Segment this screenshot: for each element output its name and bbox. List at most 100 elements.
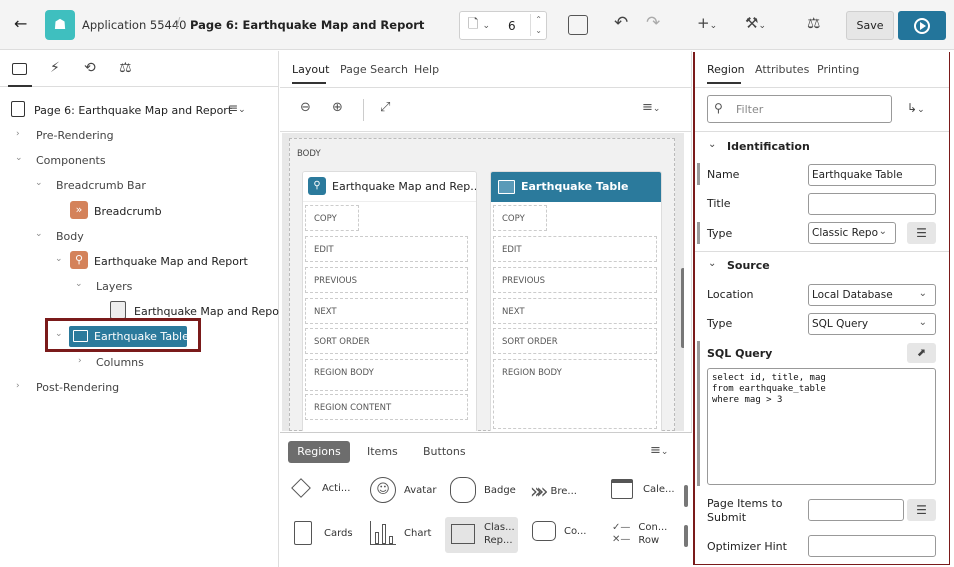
page-selector[interactable]: 🗋 ⌄ 6 ⌃ ⌄	[459, 11, 547, 40]
gallery-content-row[interactable]: ✓— ✕— Con... Row	[612, 521, 667, 547]
slot-edit[interactable]: EDIT	[493, 236, 657, 262]
slot-previous[interactable]: PREVIOUS	[305, 267, 468, 293]
tree-menu-icon[interactable]: ≡⌄	[228, 101, 246, 115]
title-input[interactable]	[808, 193, 936, 215]
stepper-icon[interactable]: ⌃ ⌄	[530, 14, 542, 36]
chevron-right-icon[interactable]: ›	[16, 381, 20, 391]
chevron-down-icon[interactable]: ⌄	[55, 254, 63, 264]
gallery-calendar[interactable]: Cale...	[611, 479, 675, 499]
region-earthquake-table[interactable]: Earthquake Table COPY EDIT PREVIOUS NEXT…	[490, 171, 662, 431]
gallery-chart[interactable]: Chart	[370, 521, 431, 545]
go-to-group-icon[interactable]: ↳⌄	[907, 101, 925, 115]
gallery-badge[interactable]: Badge	[450, 477, 516, 503]
gallery-action-bar[interactable]: Acti...	[291, 478, 350, 498]
lock-page-icon[interactable]	[568, 15, 588, 35]
gallery-breadcrumb[interactable]: »» Bre...	[530, 479, 577, 503]
tree-earthquake-map[interactable]: Earthquake Map and Report	[94, 255, 248, 268]
gallery-scrollbar[interactable]	[684, 485, 688, 507]
save-button[interactable]: Save	[846, 11, 894, 40]
tab-layout[interactable]: Layout	[292, 63, 329, 76]
tree-breadcrumb-bar[interactable]: Breadcrumb Bar	[56, 179, 146, 192]
tree-components[interactable]: Components	[36, 154, 106, 167]
badge-icon	[450, 477, 476, 503]
slot-next[interactable]: NEXT	[305, 298, 468, 324]
gallery-tab-regions[interactable]: Regions	[288, 441, 350, 463]
processing-tab-icon[interactable]: ⟲	[84, 60, 96, 76]
gallery-avatar[interactable]: ☺ Avatar	[370, 477, 436, 503]
tree-breadcrumb[interactable]: Breadcrumb	[94, 205, 162, 218]
slot-previous[interactable]: PREVIOUS	[493, 267, 657, 293]
app-icon[interactable]: ☗	[45, 10, 75, 40]
chevron-down-icon[interactable]: ⌄	[708, 258, 716, 269]
tab-page-search[interactable]: Page Search	[340, 63, 408, 76]
undo-icon[interactable]: ↶	[614, 13, 628, 33]
utilities-wrench-icon[interactable]: ⚒⌄	[745, 14, 766, 32]
chevron-down-icon[interactable]: ⌄	[708, 139, 716, 150]
slot-copy[interactable]: COPY	[493, 205, 547, 231]
tree-root-page[interactable]: Page 6: Earthquake Map and Report	[34, 104, 232, 117]
shared-components-tab-icon[interactable]: ⚖	[119, 60, 132, 76]
chevron-down-icon[interactable]: ⌄	[15, 153, 23, 163]
dynamic-actions-tab-icon[interactable]: ⚡	[50, 60, 60, 76]
gallery-classic-report[interactable]: Clas... Rep...	[445, 517, 518, 553]
section-source[interactable]: Source	[727, 259, 770, 272]
gallery-tab-items[interactable]: Items	[367, 445, 398, 458]
expand-icon[interactable]: ⤢	[380, 100, 390, 115]
slot-sort-order[interactable]: SORT ORDER	[493, 328, 657, 354]
slot-sort-order[interactable]: SORT ORDER	[305, 328, 468, 354]
layout-menu-icon[interactable]: ≡⌄	[642, 100, 660, 115]
back-icon[interactable]: ←	[14, 14, 27, 33]
zoom-in-icon[interactable]: ⊕	[332, 100, 343, 115]
tree-pre-rendering[interactable]: Pre-Rendering	[36, 129, 114, 142]
app-name-link[interactable]: Application 55440	[82, 18, 187, 32]
zoom-out-icon[interactable]: ⊖	[300, 100, 311, 115]
region-earthquake-map[interactable]: ⚲ Earthquake Map and Rep... COPY EDIT PR…	[302, 171, 477, 431]
slot-region-body[interactable]: REGION BODY	[493, 359, 657, 429]
run-page-button[interactable]	[898, 11, 946, 40]
source-type-select[interactable]: SQL Query ⌄	[808, 313, 936, 335]
list-icon-button[interactable]: ☰	[907, 499, 936, 521]
filter-input[interactable]: ⚲ Filter	[707, 95, 892, 123]
create-menu-icon[interactable]: +⌄	[697, 14, 717, 32]
gallery-cards[interactable]: Cards	[294, 521, 353, 545]
slot-copy[interactable]: COPY	[305, 205, 359, 231]
tree-columns[interactable]: Columns	[96, 356, 144, 369]
gallery-scrollbar-thumb[interactable]	[684, 525, 688, 547]
gallery-comments[interactable]: Co...	[532, 521, 586, 541]
page-items-input[interactable]	[808, 499, 904, 521]
chevron-right-icon[interactable]: ›	[16, 129, 20, 139]
gallery-tab-buttons[interactable]: Buttons	[423, 445, 466, 458]
rendering-tab-icon[interactable]	[12, 63, 27, 75]
slot-next[interactable]: NEXT	[493, 298, 657, 324]
tree-earthquake-map-layer[interactable]: Earthquake Map and Report	[134, 305, 288, 318]
tab-help[interactable]: Help	[414, 63, 439, 76]
tree-layers[interactable]: Layers	[96, 280, 132, 293]
chevron-right-icon[interactable]: ›	[78, 356, 82, 366]
list-icon-button[interactable]: ☰	[907, 222, 936, 244]
chevron-down-icon[interactable]: ⌄	[35, 229, 43, 239]
section-identification[interactable]: Identification	[727, 140, 810, 153]
breadcrumb-icon: »»	[530, 479, 549, 503]
shared-components-icon[interactable]: ⚖	[807, 14, 820, 32]
tab-attributes[interactable]: Attributes	[755, 63, 809, 76]
location-select[interactable]: Local Database ⌄	[808, 284, 936, 306]
grid-scrollbar[interactable]	[681, 268, 684, 348]
chevron-down-icon[interactable]: ⌄	[75, 279, 83, 289]
tree-body[interactable]: Body	[56, 230, 84, 243]
gallery-menu-icon[interactable]: ≡⌄	[650, 443, 668, 458]
tree-post-rendering[interactable]: Post-Rendering	[36, 381, 119, 394]
tree-earthquake-table-selected[interactable]: Earthquake Table	[69, 326, 189, 347]
sql-query-editor[interactable]: select id, title, mag from earthquake_ta…	[707, 368, 936, 485]
tab-region[interactable]: Region	[707, 63, 745, 76]
optimizer-hint-input[interactable]	[808, 535, 936, 557]
code-editor-expand-icon[interactable]: ⬈	[907, 343, 936, 363]
tab-printing[interactable]: Printing	[817, 63, 859, 76]
slot-region-body[interactable]: REGION BODY	[305, 359, 468, 391]
chevron-down-icon[interactable]: ⌄	[35, 178, 43, 188]
chevron-down-icon[interactable]: ⌄	[55, 329, 63, 339]
slot-region-content[interactable]: REGION CONTENT	[305, 394, 468, 420]
region-type-select[interactable]: Classic Repo ⌄	[808, 222, 896, 244]
slot-edit[interactable]: EDIT	[305, 236, 468, 262]
name-input[interactable]: Earthquake Table	[808, 164, 936, 186]
redo-icon[interactable]: ↷	[646, 13, 660, 33]
